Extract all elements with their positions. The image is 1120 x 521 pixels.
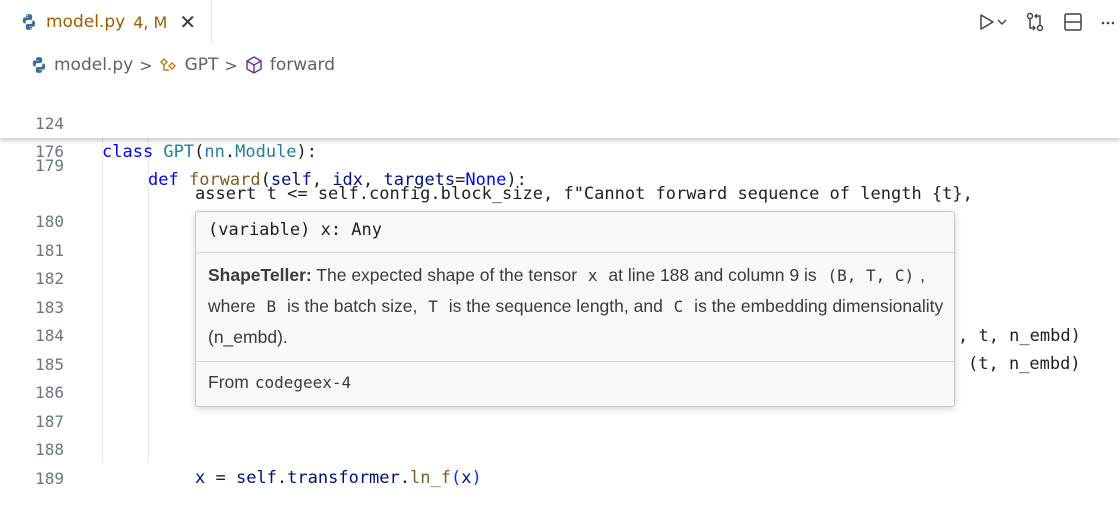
tab-problem-status: 4, M [133, 12, 168, 32]
code-token: GPT [163, 142, 195, 162]
inline-code: (B, T, C) [827, 266, 915, 285]
code-token: x [195, 468, 216, 488]
split-editor-button[interactable] [1062, 11, 1084, 33]
breadcrumb-label: forward [269, 55, 336, 75]
hover-text: is the batch size, [282, 296, 423, 316]
sticky-line-def[interactable]: 176 def forward(self, idx, targets=None)… [0, 110, 1120, 190]
code-token: None [465, 170, 507, 190]
hover-description: ShapeTeller: The expected shape of the t… [208, 260, 944, 352]
sticky-line-class[interactable]: 124 class GPT(nn.Module): [0, 82, 1120, 162]
inline-code: B [266, 297, 277, 316]
hover-text: is the sequence length, and [443, 296, 668, 316]
run-button[interactable] [978, 12, 1008, 32]
hover-divider [196, 361, 954, 362]
hover-footer: From codegeex-4 [208, 372, 351, 393]
close-icon[interactable]: ✕ [179, 12, 196, 32]
code-token: idx [332, 170, 364, 190]
breadcrumb-separator: > [224, 55, 238, 75]
code-token: self [235, 468, 277, 488]
line-number: 189 [35, 469, 64, 488]
code-token: = [455, 170, 466, 190]
code-token: self [270, 170, 312, 190]
breadcrumb-label: model.py [54, 55, 134, 75]
breadcrumb-item-method[interactable]: forward [244, 55, 335, 75]
editor-actions [978, 0, 1120, 44]
compare-changes-button[interactable] [1024, 11, 1046, 33]
hover-footer-label: From [208, 372, 249, 392]
hover-source-name: ShapeTeller: [208, 265, 312, 285]
play-icon [980, 14, 1007, 30]
code-token: ): [296, 142, 318, 162]
hover-footer-model: codegeex-4 [254, 373, 352, 392]
breadcrumb-label: GPT [184, 55, 219, 75]
code-token: x [461, 468, 472, 488]
line-number: 176 [35, 142, 64, 161]
breadcrumb: model.py > GPT > forward [30, 52, 335, 78]
code-token: ) [471, 468, 482, 488]
hover-tooltip: (variable) x: Any ShapeTeller: The expec… [195, 211, 955, 407]
git-compare-icon [1026, 12, 1044, 32]
hover-divider [196, 252, 954, 253]
code-token: Module [235, 142, 297, 162]
code-token: nn [204, 142, 225, 162]
sticky-scroll-header[interactable]: 124 class GPT(nn.Module): 176 def forwar… [0, 80, 1120, 190]
class-icon [159, 58, 176, 71]
code-token: , [311, 170, 333, 190]
code-token: . [399, 468, 411, 488]
code-text: def forward(self, idx, targets=None): [148, 166, 527, 194]
code-text: class GPT(nn.Module): [102, 138, 317, 166]
code-text: x = self.transformer.ln_f(x) [195, 464, 482, 492]
code-token: transformer [287, 468, 400, 488]
code-token: ( [194, 142, 205, 162]
inline-code: T [428, 297, 438, 316]
code-token: ( [260, 170, 271, 190]
code-line: 188 x = self.transformer.ln_f(x) [0, 408, 1120, 488]
method-icon [246, 56, 262, 74]
code-token: def [148, 170, 189, 190]
hover-text: at line 188 and column 9 is [603, 265, 822, 285]
inline-code: x [587, 266, 598, 285]
code-token: , [363, 170, 384, 190]
code-token: ( [450, 468, 462, 488]
code-token: = [215, 468, 236, 488]
breadcrumb-item-file[interactable]: model.py [30, 55, 133, 75]
ellipsis-icon [1101, 21, 1114, 25]
breadcrumb-item-class[interactable]: GPT [159, 55, 219, 75]
hover-signature: (variable) x: Any [208, 220, 382, 240]
python-icon [22, 14, 36, 30]
code-token: ln_f [410, 468, 451, 488]
code-token: . [276, 468, 288, 488]
code-line: 189 [0, 437, 1120, 488]
code-token: forward [188, 170, 261, 190]
code-token: ): [506, 170, 527, 190]
inline-code: C [673, 297, 684, 316]
tab-filename: model.py [46, 12, 126, 32]
code-token: . [224, 142, 236, 162]
tab-bar: model.py 4, M ✕ [0, 0, 1120, 44]
python-icon [32, 57, 46, 73]
code-token: targets [383, 170, 456, 190]
split-editor-icon [1064, 13, 1082, 31]
more-actions-button[interactable] [1100, 12, 1114, 32]
editor-tab-model-py[interactable]: model.py 4, M ✕ [0, 0, 212, 44]
hover-text: The expected shape of the tensor [311, 265, 582, 285]
breadcrumb-separator: > [139, 55, 153, 75]
code-token: class [102, 142, 164, 162]
